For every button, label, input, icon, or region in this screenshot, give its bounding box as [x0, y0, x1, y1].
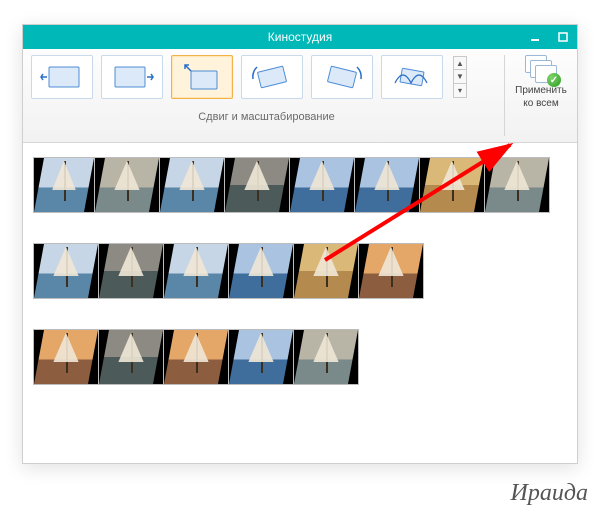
effects-gallery: ▲▼▾ Сдвиг и масштабирование — [23, 49, 504, 142]
clip[interactable] — [159, 157, 225, 213]
window-title: Киностудия — [268, 30, 332, 44]
clip[interactable] — [33, 157, 95, 213]
clip[interactable] — [98, 329, 164, 385]
timeline-row — [33, 243, 567, 299]
clip[interactable] — [94, 157, 160, 213]
gallery-label: Сдвиг и масштабирование — [31, 111, 502, 123]
effect-tilt-left[interactable] — [241, 55, 303, 99]
app-window: Киностудия ▲▼▾ Сдвиг и масштабирование ✓… — [22, 24, 578, 464]
clip[interactable] — [358, 243, 424, 299]
ribbon: ▲▼▾ Сдвиг и масштабирование ✓ Применить … — [23, 49, 577, 143]
clip[interactable] — [33, 329, 99, 385]
apply-label-line2: ко всем — [523, 98, 558, 109]
clip[interactable] — [98, 243, 164, 299]
clip[interactable] — [484, 157, 550, 213]
clip[interactable] — [289, 157, 355, 213]
clip[interactable] — [354, 157, 420, 213]
clip[interactable] — [419, 157, 485, 213]
effect-tilt-right[interactable] — [311, 55, 373, 99]
effect-pan-left[interactable] — [31, 55, 93, 99]
clip[interactable] — [224, 157, 290, 213]
clip[interactable] — [228, 329, 294, 385]
titlebar: Киностудия — [23, 25, 577, 49]
timeline-row — [33, 157, 567, 213]
minimize-button[interactable] — [521, 25, 549, 49]
effect-zoom-in-top[interactable] — [171, 55, 233, 99]
window-controls — [521, 25, 577, 49]
gallery-scroll-down[interactable]: ▼ — [453, 70, 467, 84]
timeline[interactable] — [23, 143, 577, 425]
clip[interactable] — [293, 329, 359, 385]
apply-to-all-icon: ✓ — [525, 55, 557, 83]
maximize-button[interactable] — [549, 25, 577, 49]
clip[interactable] — [163, 243, 229, 299]
signature: Ираида — [511, 480, 588, 507]
clip[interactable] — [228, 243, 294, 299]
clip[interactable] — [33, 243, 99, 299]
gallery-expand[interactable]: ▾ — [453, 84, 467, 98]
apply-label-line1: Применить — [515, 85, 567, 96]
clip[interactable] — [163, 329, 229, 385]
clip[interactable] — [293, 243, 359, 299]
effect-rotate-bounce[interactable] — [381, 55, 443, 99]
timeline-row — [33, 329, 567, 385]
apply-to-all-button[interactable]: ✓ Применить ко всем — [505, 49, 577, 142]
effect-pan-right[interactable] — [101, 55, 163, 99]
gallery-scroll-up[interactable]: ▲ — [453, 56, 467, 70]
